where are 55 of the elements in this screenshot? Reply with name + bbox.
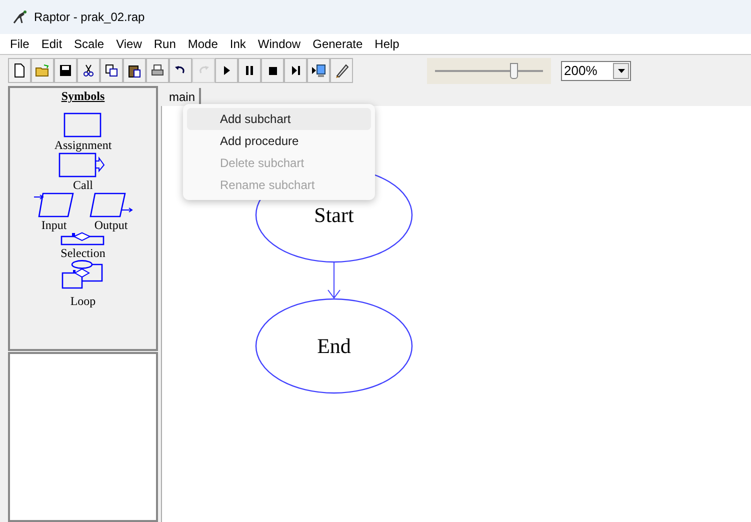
slider-thumb[interactable]	[510, 62, 518, 78]
toolbar-button[interactable]	[8, 58, 31, 83]
flow-arrow	[328, 262, 340, 299]
toolbar-button[interactable]	[284, 58, 307, 83]
symbol-label: Input	[41, 218, 67, 232]
menu-item[interactable]: Help	[374, 35, 400, 53]
panel-title: Symbols	[61, 89, 105, 104]
symbol-label: Assignment	[54, 138, 112, 152]
loop-symbol-icon[interactable]	[61, 260, 105, 290]
clipboard-icon	[127, 63, 142, 78]
menu-item[interactable]: Run	[154, 35, 176, 53]
document-icon	[12, 63, 27, 78]
toolbar-button[interactable]	[123, 58, 146, 83]
toolbar-button[interactable]	[215, 58, 238, 83]
pen-icon	[334, 63, 349, 78]
toolbar-button[interactable]	[100, 58, 123, 83]
symbol-label: Call	[73, 178, 93, 192]
bird-icon	[12, 9, 28, 25]
menu-item[interactable]: Edit	[41, 35, 62, 53]
toolbar-button[interactable]	[307, 58, 330, 83]
copy-icon	[104, 63, 119, 78]
toolbar-button[interactable]	[77, 58, 100, 83]
speed-slider[interactable]	[427, 58, 551, 84]
toolbar-button[interactable]	[238, 58, 261, 83]
menu-item[interactable]: File	[10, 35, 30, 53]
output-symbol-icon[interactable]	[89, 192, 133, 218]
printer-icon	[150, 63, 165, 78]
computer-icon	[311, 63, 326, 78]
node-label: Start	[314, 203, 354, 227]
terminal-node[interactable]	[255, 298, 413, 394]
menu-item[interactable]: Add procedure	[187, 130, 371, 152]
toolbar-button[interactable]	[146, 58, 169, 83]
toolbar-button[interactable]	[54, 58, 77, 83]
toolbar-button[interactable]	[169, 58, 192, 83]
menu-item[interactable]: Generate	[312, 35, 363, 53]
window-title: Raptor - prak_02.rap	[34, 9, 145, 26]
symbol-label: Loop	[70, 294, 96, 308]
toolbar-button[interactable]	[261, 58, 284, 83]
folder-icon	[35, 63, 50, 78]
menu-item[interactable]: Window	[258, 35, 301, 53]
menu-item[interactable]: Mode	[188, 35, 218, 53]
menu-item[interactable]: Scale	[74, 35, 104, 53]
selection-symbol-icon[interactable]	[60, 232, 106, 246]
caret-icon	[618, 68, 624, 72]
zoom-dropdown[interactable]: 200%	[561, 60, 631, 80]
menu-item[interactable]: Ink	[230, 35, 246, 53]
menu-item[interactable]: Add subchart	[187, 108, 371, 130]
assignment-symbol-icon[interactable]	[63, 112, 103, 138]
symbol-label: Output	[94, 218, 128, 232]
scissors-icon	[81, 63, 96, 78]
menu-item[interactable]: View	[116, 35, 142, 53]
input-symbol-icon[interactable]	[33, 192, 75, 218]
symbol-label: Selection	[60, 246, 106, 260]
toolbar-button[interactable]	[330, 58, 353, 83]
node-label: End	[317, 334, 351, 358]
